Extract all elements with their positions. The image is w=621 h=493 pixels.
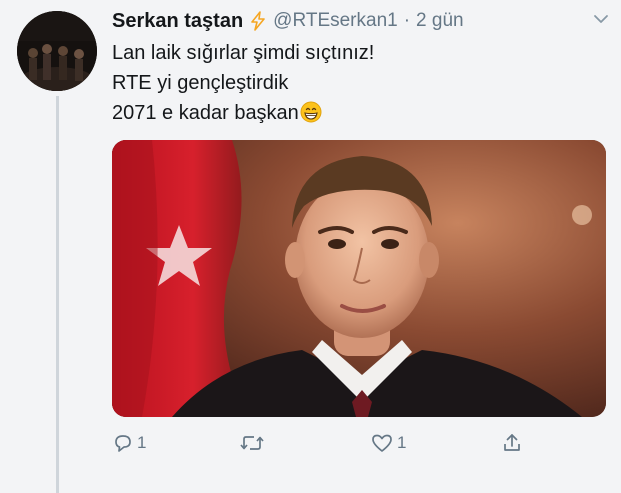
- reply-count: 1: [137, 433, 147, 452]
- tweet-header: Serkan taştan @RTEserkan1 · 2 gün: [112, 7, 464, 35]
- separator-dot: ·: [403, 10, 411, 31]
- tweet-line-2: RTE yi gençleştirdik: [112, 72, 289, 94]
- tweet-line-1: Lan laik sığırlar şimdi sıçtınız!: [112, 42, 375, 64]
- display-name[interactable]: Serkan taştan: [112, 10, 243, 33]
- share-icon: [501, 432, 523, 454]
- share-button[interactable]: [501, 428, 523, 458]
- handle[interactable]: @RTEserkan1: [273, 10, 398, 32]
- retweet-icon: [239, 432, 265, 454]
- reply-icon: [112, 432, 134, 454]
- tweet[interactable]: Serkan taştan @RTEserkan1 · 2 gün Lan la…: [0, 0, 621, 493]
- tweet-line-3-text: 2071 e kadar başkan: [112, 102, 299, 124]
- tweet-line-3: 2071 e kadar başkan: [112, 98, 592, 128]
- like-count: 1: [397, 433, 407, 452]
- retweet-button[interactable]: [239, 428, 268, 458]
- avatar[interactable]: [17, 11, 97, 91]
- reply-button[interactable]: 1: [112, 428, 146, 458]
- heart-icon: [370, 432, 394, 454]
- action-bar: 1 1: [112, 428, 606, 458]
- like-button[interactable]: 1: [370, 428, 406, 458]
- thread-line: [56, 96, 59, 493]
- lightning-bolt-icon: [249, 11, 267, 31]
- chevron-down-icon[interactable]: [592, 12, 610, 26]
- tweet-photo[interactable]: [112, 140, 606, 417]
- tweet-text: Lan laik sığırlar şimdi sıçtınız! RTE yi…: [112, 38, 592, 128]
- timestamp[interactable]: 2 gün: [416, 10, 464, 32]
- grinning-face-emoji-icon: [300, 101, 322, 123]
